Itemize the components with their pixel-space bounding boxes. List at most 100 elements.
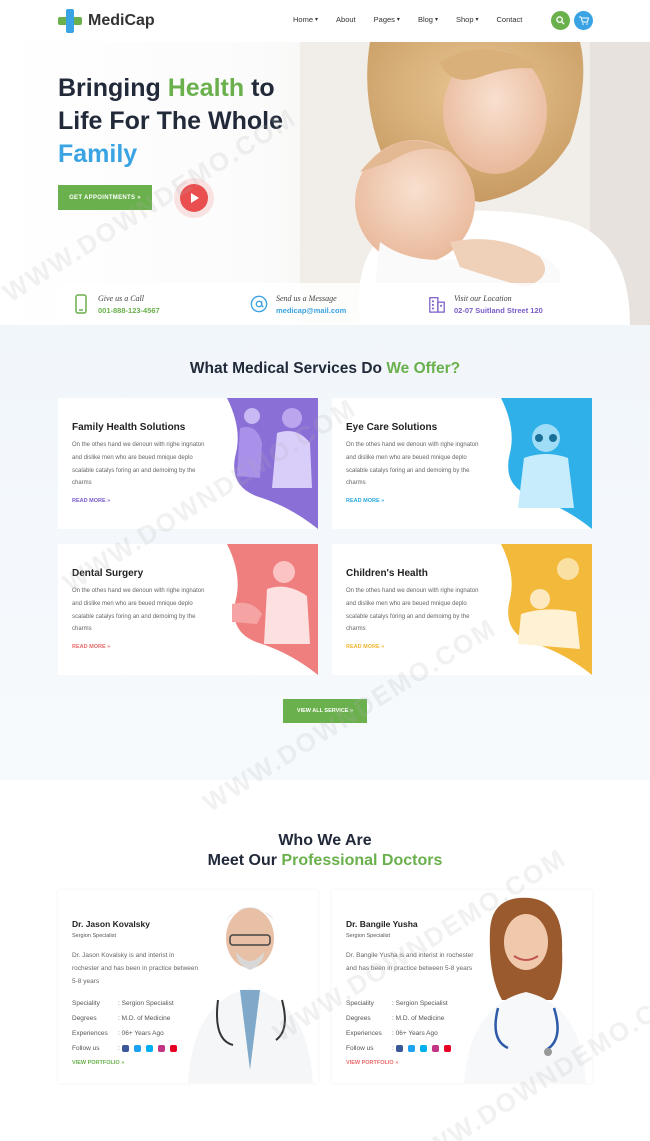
- dental-surgery-image: [227, 544, 318, 675]
- logo[interactable]: MediCap: [58, 9, 155, 33]
- twitter-icon[interactable]: [407, 1045, 415, 1052]
- pinterest-icon[interactable]: [443, 1045, 451, 1052]
- contact-value: 02-07 Suitland Street 120: [454, 305, 543, 315]
- nav-label: Home: [293, 15, 314, 24]
- doctor-card[interactable]: Dr. Bangile Yusha Sergion Specialist Dr.…: [332, 890, 592, 1083]
- social-icons: :: [392, 1041, 456, 1056]
- info-value: : 06+ Years Ago: [118, 1030, 164, 1037]
- logo-cross-icon: [58, 9, 82, 33]
- phone-icon: [75, 294, 87, 314]
- read-more-link[interactable]: READ MORE »: [346, 498, 384, 504]
- nav-item-home[interactable]: Home ▾: [293, 15, 318, 24]
- contact-label: Visit our Location: [454, 293, 512, 303]
- eye-care-image: [501, 398, 592, 529]
- service-card-title: Children's Health: [346, 568, 428, 579]
- at-icon: [250, 295, 268, 313]
- contact-label: Send us a Message: [276, 293, 337, 303]
- nav-label: About: [336, 15, 356, 24]
- nav-item-about[interactable]: About: [336, 15, 356, 24]
- chevron-down-icon: ▾: [434, 17, 438, 23]
- view-all-service-button[interactable]: VIEW ALL SERVICE »: [283, 699, 367, 723]
- social-icons: :: [118, 1041, 182, 1056]
- facebook-icon[interactable]: [121, 1045, 129, 1052]
- contact-value: 001-888-123-4567: [98, 305, 160, 315]
- read-more-link[interactable]: READ MORE »: [346, 644, 384, 650]
- nav-item-shop[interactable]: Shop ▾: [456, 15, 479, 24]
- skype-icon[interactable]: [145, 1045, 153, 1052]
- logo-text: MediCap: [88, 12, 155, 29]
- play-icon[interactable]: [180, 184, 208, 212]
- doctor-info: Speciality: Sergion Specialist Degrees: …: [72, 996, 182, 1056]
- read-more-link[interactable]: READ MORE »: [72, 498, 110, 504]
- service-card-text: On the othes hand we denoun with righe i…: [72, 588, 205, 633]
- hero-title-highlight: Health: [167, 74, 245, 102]
- search-icon: [556, 16, 565, 25]
- view-portfolio-link[interactable]: VIEW PORTFOLIO »: [72, 1060, 124, 1066]
- nav-label: Blog: [417, 15, 433, 24]
- hero-title: Bringing Health to Life For The Whole Fa…: [58, 72, 318, 171]
- info-value: : M.D. of Medicine: [118, 1015, 171, 1022]
- instagram-icon[interactable]: [431, 1045, 439, 1052]
- service-card-children[interactable]: Children's Health On the othes hand we d…: [332, 544, 592, 675]
- nav-label: Contact: [496, 15, 523, 24]
- team-title-highlight: Professional Doctors: [281, 852, 443, 869]
- main-nav: Home ▾ About Pages ▾ Blog ▾ Shop ▾ Contact: [293, 15, 540, 24]
- contact-call[interactable]: Give us a Call 001-888-123-4567: [58, 283, 236, 325]
- doctor-name: Dr. Jason Kovalsky: [72, 919, 150, 929]
- info-label: Follow us: [72, 1045, 100, 1052]
- info-value: : 06+ Years Ago: [392, 1030, 438, 1037]
- contact-email[interactable]: Send us a Message medicap@mail.com: [236, 283, 414, 325]
- contact-value: medicap@mail.com: [276, 305, 347, 315]
- team-title-text: Meet Our: [207, 852, 282, 869]
- chevron-down-icon: ▾: [315, 17, 319, 23]
- nav-item-contact[interactable]: Contact: [497, 15, 523, 24]
- service-card-family[interactable]: Family Health Solutions On the othes han…: [58, 398, 318, 529]
- contact-bar: Give us a Call 001-888-123-4567 Send us a…: [58, 283, 592, 325]
- services-title-highlight: We Offer?: [386, 360, 461, 377]
- service-card-text: On the othes hand we denoun with righe i…: [346, 442, 479, 487]
- cart-button[interactable]: [574, 11, 593, 30]
- info-value: : M.D. of Medicine: [392, 1015, 445, 1022]
- doctor-role: Sergion Specialist: [346, 933, 391, 939]
- twitter-icon[interactable]: [133, 1045, 141, 1052]
- doctor-bio: Dr. Bangile Yusha is and interist in roc…: [346, 952, 474, 972]
- doctor-photo: [452, 890, 592, 1083]
- doctor-name: Dr. Bangile Yusha: [346, 919, 418, 929]
- contact-location[interactable]: Visit our Location 02-07 Suitland Street …: [414, 283, 592, 325]
- service-card-text: On the othes hand we denoun with righe i…: [72, 442, 205, 487]
- service-card-title: Family Health Solutions: [72, 422, 186, 433]
- service-card-eye[interactable]: Eye Care Solutions On the othes hand we …: [332, 398, 592, 529]
- hero-title-text: Bringing: [58, 74, 168, 102]
- doctor-bio: Dr. Jason Kovalsky is and interist in ro…: [72, 952, 199, 985]
- doctor-card[interactable]: Dr. Jason Kovalsky Sergion Specialist Dr…: [58, 890, 318, 1083]
- instagram-icon[interactable]: [157, 1045, 165, 1052]
- site-header: MediCap Home ▾ About Pages ▾ Blog ▾ Shop ▾ C…: [0, 0, 650, 42]
- hero-title-highlight: Family: [58, 140, 138, 168]
- get-appointments-button[interactable]: GET APPOINTMENTS »: [58, 185, 152, 210]
- service-card-text: On the othes hand we denoun with righe i…: [346, 588, 479, 633]
- skype-icon[interactable]: [419, 1045, 427, 1052]
- service-card-title: Dental Surgery: [72, 568, 144, 579]
- info-label: Follow us: [346, 1045, 374, 1052]
- cart-icon: [578, 16, 589, 25]
- search-button[interactable]: [551, 11, 570, 30]
- facebook-icon[interactable]: [395, 1045, 403, 1052]
- doctor-info: Speciality: Sergion Specialist Degrees: …: [346, 996, 456, 1056]
- nav-item-pages[interactable]: Pages ▾: [374, 15, 400, 24]
- service-card-dental[interactable]: Dental Surgery On the othes hand we deno…: [58, 544, 318, 675]
- family-health-image: [227, 398, 318, 529]
- info-label: Degrees: [72, 1015, 97, 1022]
- info-value: : Sergion Specialist: [118, 1000, 174, 1007]
- info-label: Experiences: [72, 1030, 108, 1037]
- children-health-image: [501, 544, 592, 675]
- view-portfolio-link[interactable]: VIEW PORTFOLIO »: [346, 1060, 398, 1066]
- nav-item-blog[interactable]: Blog ▾: [418, 15, 438, 24]
- chevron-down-icon: ▾: [396, 17, 400, 23]
- pinterest-icon[interactable]: [169, 1045, 177, 1052]
- chevron-down-icon: ▾: [475, 17, 479, 23]
- read-more-link[interactable]: READ MORE »: [72, 644, 110, 650]
- services-section: What Medical Services Do We Offer? Famil…: [0, 325, 650, 780]
- team-subtitle: Who We Are: [278, 832, 372, 849]
- team-title: Meet Our Professional Doctors: [0, 852, 650, 870]
- info-value: : Sergion Specialist: [392, 1000, 448, 1007]
